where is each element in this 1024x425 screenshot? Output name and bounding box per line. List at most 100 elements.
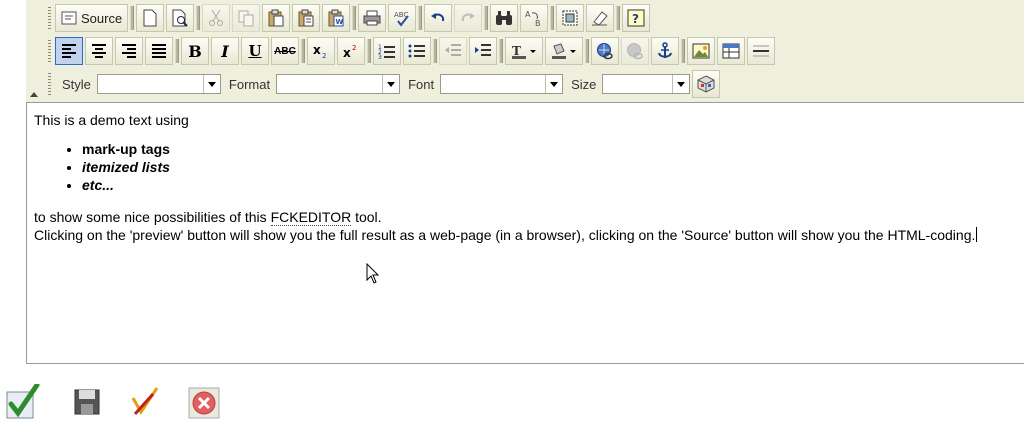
cut-button[interactable] <box>202 4 231 32</box>
toolbar-row-2: B I U ABC x2 x2 123 T <box>46 35 776 67</box>
anchor-button[interactable] <box>651 37 679 65</box>
justify-center-button[interactable] <box>85 37 113 65</box>
show-blocks-button[interactable] <box>692 70 721 98</box>
mouse-pointer-icon <box>366 263 380 284</box>
binoculars-icon <box>496 11 513 25</box>
separator <box>484 6 489 30</box>
size-dropdown[interactable] <box>602 74 691 94</box>
separator <box>367 39 371 63</box>
svg-text:?: ? <box>632 12 639 26</box>
remove-format-button[interactable] <box>586 4 615 32</box>
accept-button[interactable] <box>6 384 40 420</box>
find-button[interactable] <box>490 4 519 32</box>
outdent-button[interactable] <box>439 37 467 65</box>
svg-text:x: x <box>313 43 321 57</box>
print-button[interactable] <box>358 4 387 32</box>
bold-button[interactable]: B <box>181 37 209 65</box>
font-dropdown[interactable] <box>440 74 564 94</box>
italic-icon: I <box>221 41 229 61</box>
chevron-down-icon[interactable] <box>202 75 220 93</box>
italic-button[interactable]: I <box>211 37 239 65</box>
anchor-icon <box>658 42 672 58</box>
align-center-icon <box>92 44 106 58</box>
unordered-list-button[interactable] <box>403 37 431 65</box>
format-dropdown[interactable] <box>276 74 401 94</box>
cancel-button[interactable] <box>187 384 221 420</box>
indent-button[interactable] <box>469 37 497 65</box>
table-button[interactable] <box>717 37 745 65</box>
underline-icon: U <box>248 42 262 60</box>
justify-full-button[interactable] <box>145 37 173 65</box>
redo-button[interactable] <box>454 4 483 32</box>
strikethrough-icon: ABC <box>274 45 296 57</box>
style-dropdown[interactable] <box>96 74 221 94</box>
outro-text-end: tool. <box>351 209 382 225</box>
bulleted-list-icon <box>408 44 425 58</box>
subscript-icon: x2 <box>313 43 326 59</box>
image-button[interactable] <box>687 37 715 65</box>
toolbar-grip[interactable] <box>48 73 51 95</box>
toolbar-grip[interactable] <box>48 7 51 29</box>
eraser-icon <box>592 11 608 26</box>
ordered-list-button[interactable]: 123 <box>373 37 401 65</box>
outdent-icon <box>445 44 461 56</box>
superscript-icon: x2 <box>343 44 356 59</box>
about-button[interactable]: ? <box>622 4 651 32</box>
indent-icon <box>475 44 491 56</box>
chevron-down-icon[interactable] <box>545 75 562 93</box>
svg-text:T: T <box>512 44 521 58</box>
copy-button[interactable] <box>232 4 261 32</box>
link-button[interactable] <box>591 37 619 65</box>
preview-button[interactable] <box>166 4 195 32</box>
undo-button[interactable] <box>424 4 453 32</box>
source-icon <box>61 11 77 25</box>
unlink-icon <box>627 43 643 60</box>
separator <box>352 6 357 30</box>
strikethrough-button[interactable]: ABC <box>271 37 299 65</box>
justify-left-button[interactable] <box>55 37 83 65</box>
superscript-button[interactable]: x2 <box>337 37 365 65</box>
outro-text-start: to show some nice possibilities of this <box>34 209 271 225</box>
chevron-down-icon[interactable] <box>672 75 689 93</box>
new-page-button[interactable] <box>136 4 165 32</box>
separator <box>175 39 179 63</box>
save-button[interactable] <box>70 384 104 420</box>
subscript-button[interactable]: x2 <box>307 37 335 65</box>
size-label: Size <box>571 76 597 92</box>
instruction-paragraph: Clicking on the 'preview' button will sh… <box>34 226 1024 244</box>
editor-content-area[interactable]: This is a demo text using mark-up tags i… <box>26 102 1024 364</box>
select-all-button[interactable] <box>556 4 585 32</box>
text-caret <box>976 227 978 242</box>
table-icon <box>722 43 740 59</box>
spellcheck-button[interactable]: ABC <box>388 4 417 32</box>
source-button[interactable]: Source <box>55 4 129 32</box>
paste-word-button[interactable]: W <box>322 4 351 32</box>
unlink-button[interactable] <box>621 37 649 65</box>
paste-text-button[interactable] <box>292 4 321 32</box>
text-color-button[interactable]: T <box>505 37 543 65</box>
itemized-list: mark-up tags itemized lists etc... <box>34 140 1024 194</box>
numbered-list-icon: 123 <box>378 44 395 59</box>
horizontal-rule-button[interactable] <box>747 37 775 65</box>
toolbar-collapse-icon[interactable] <box>30 92 38 97</box>
cut-icon <box>209 9 224 26</box>
background-color-button[interactable] <box>545 37 583 65</box>
spellcheck-bottom-button[interactable] <box>128 384 162 420</box>
source-label: Source <box>81 10 123 26</box>
chevron-down-icon[interactable] <box>382 75 399 93</box>
print-icon <box>363 10 381 26</box>
justify-right-button[interactable] <box>115 37 143 65</box>
separator <box>550 6 555 30</box>
paste-button[interactable] <box>262 4 291 32</box>
toolbar-grip[interactable] <box>48 40 51 62</box>
blocks-icon <box>697 75 715 93</box>
svg-text:2: 2 <box>322 52 326 59</box>
replace-button[interactable]: AB <box>520 4 549 32</box>
image-icon <box>692 43 710 59</box>
editor-document[interactable]: This is a demo text using mark-up tags i… <box>34 111 1024 244</box>
list-item: mark-up tags <box>82 140 1024 158</box>
svg-text:2: 2 <box>352 44 356 52</box>
cancel-icon <box>188 387 220 419</box>
align-left-icon <box>62 44 76 58</box>
underline-button[interactable]: U <box>241 37 269 65</box>
